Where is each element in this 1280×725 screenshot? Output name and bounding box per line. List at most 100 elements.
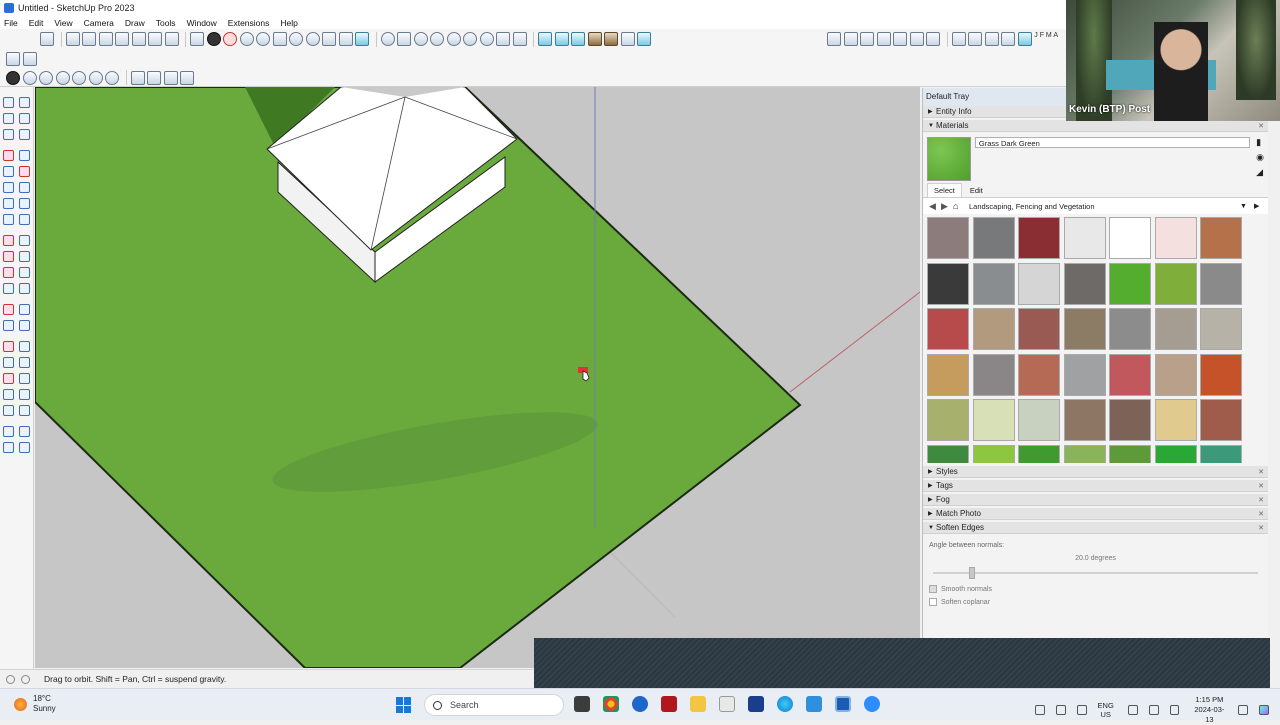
usb-icon[interactable]	[1055, 705, 1066, 715]
protractor-icon[interactable]	[2, 303, 14, 315]
rotate-icon[interactable]	[2, 250, 14, 262]
drape-icon[interactable]	[19, 441, 31, 453]
left-view-icon[interactable]	[148, 32, 162, 46]
material-swatch[interactable]	[1018, 444, 1060, 463]
previous-view-icon[interactable]	[105, 70, 119, 85]
tab-edit[interactable]: Edit	[964, 184, 989, 197]
menu-camera[interactable]: Camera	[84, 18, 114, 28]
bottom-view-icon[interactable]	[164, 32, 179, 46]
geo-location-icon[interactable]	[637, 32, 651, 46]
material-swatch[interactable]	[1063, 353, 1106, 396]
circle-icon[interactable]	[2, 181, 14, 193]
push-pull-icon[interactable]	[19, 234, 31, 246]
menu-edit[interactable]: Edit	[29, 18, 44, 28]
material-swatch[interactable]	[972, 399, 1015, 441]
zoom-app-icon[interactable]	[864, 696, 880, 712]
select-arrow-icon[interactable]	[2, 96, 14, 108]
default-material-icon[interactable]: ◢	[1256, 167, 1264, 178]
sandbox-from-scratch-icon[interactable]	[554, 32, 569, 46]
menu-view[interactable]: View	[54, 18, 72, 28]
chevron-down-icon[interactable]: ▼	[1240, 203, 1254, 210]
select-tool-icon[interactable]	[40, 32, 54, 46]
language-indicator[interactable]: ENG US	[1098, 701, 1114, 719]
pie-icon[interactable]	[19, 213, 31, 225]
3d-warehouse-icon[interactable]	[239, 32, 254, 46]
file-explorer-icon[interactable]	[690, 696, 706, 712]
undo-icon[interactable]	[951, 32, 966, 46]
axes-icon[interactable]	[2, 319, 14, 331]
pan-icon[interactable]	[39, 70, 53, 85]
clock[interactable]: 1:15 PM 2024-03-13	[1190, 695, 1228, 725]
pan-tool-icon[interactable]	[19, 340, 31, 352]
current-material-swatch[interactable]	[927, 137, 971, 181]
settings-gear-icon[interactable]	[206, 32, 221, 46]
library-select[interactable]: Landscaping, Fencing and Vegetation	[969, 202, 1240, 211]
sandbox-icon[interactable]	[2, 425, 14, 437]
scale-icon[interactable]	[2, 266, 14, 278]
hidden-line-icon[interactable]	[876, 32, 891, 46]
soften-coplanar-checkbox[interactable]: Soften coplanar	[929, 598, 1262, 606]
three-point-arc-icon[interactable]	[2, 213, 14, 225]
close-icon[interactable]: ✕	[1258, 482, 1264, 490]
material-swatch[interactable]	[1018, 399, 1060, 441]
material-swatch[interactable]	[972, 353, 1015, 396]
material-swatch[interactable]	[1154, 444, 1197, 463]
calculator-icon[interactable]	[806, 696, 822, 712]
lasso-icon[interactable]	[19, 96, 31, 108]
solid-subtract-icon[interactable]	[446, 32, 461, 46]
acrobat-icon[interactable]	[661, 696, 677, 712]
solid-trim-icon[interactable]	[463, 32, 477, 46]
material-swatch[interactable]	[1200, 308, 1242, 350]
position-camera-icon[interactable]	[2, 388, 14, 400]
chrome-icon[interactable]	[603, 696, 619, 712]
material-swatch[interactable]	[927, 444, 969, 463]
circle-tool-icon[interactable]	[289, 32, 303, 46]
solid-intersect-icon[interactable]	[430, 32, 444, 46]
modeling-viewport[interactable]	[35, 87, 920, 668]
section-plane-icon[interactable]	[130, 70, 145, 85]
menu-tools[interactable]: Tools	[156, 18, 176, 28]
close-icon[interactable]: ✕	[1258, 496, 1264, 504]
material-swatch[interactable]	[1063, 262, 1106, 305]
material-swatch[interactable]	[927, 353, 969, 396]
sketchup-taskbar-icon[interactable]	[835, 696, 851, 712]
material-swatch[interactable]	[1200, 444, 1242, 463]
notification-bell-icon[interactable]	[1238, 705, 1249, 715]
cloud-upload-icon[interactable]	[322, 32, 336, 46]
stamp-icon[interactable]	[2, 441, 14, 453]
network-drive-icon[interactable]	[1076, 705, 1087, 715]
offset-icon[interactable]	[19, 266, 31, 278]
rectangle-icon[interactable]	[2, 165, 14, 177]
arc-icon[interactable]	[2, 197, 14, 209]
extension-warehouse-icon[interactable]	[256, 32, 270, 46]
photo-texture-icon[interactable]	[587, 32, 602, 46]
cloud-download-icon[interactable]	[338, 32, 353, 46]
guide-line-icon[interactable]	[397, 32, 411, 46]
taskbar-search[interactable]: Search	[424, 694, 564, 716]
menu-window[interactable]: Window	[187, 18, 217, 28]
add-location-icon[interactable]	[604, 32, 618, 46]
dimension-icon[interactable]	[19, 282, 31, 294]
panel-tags[interactable]: ▶ Tags ✕	[923, 480, 1268, 492]
rotated-rectangle-icon[interactable]	[19, 165, 31, 177]
close-icon[interactable]: ✕	[1258, 122, 1264, 130]
menu-draw[interactable]: Draw	[125, 18, 145, 28]
redo-icon[interactable]	[968, 32, 983, 46]
back-edges-icon[interactable]	[843, 32, 858, 46]
material-swatch[interactable]	[1063, 444, 1106, 463]
line-tool-icon[interactable]	[6, 52, 20, 66]
snipping-tool-icon[interactable]	[719, 696, 735, 712]
material-swatch[interactable]	[1200, 399, 1242, 441]
layout-icon[interactable]	[272, 32, 287, 46]
home-icon[interactable]: ⌂	[953, 201, 965, 211]
material-swatch[interactable]	[1063, 399, 1106, 441]
material-swatch[interactable]	[1063, 308, 1106, 350]
material-swatch[interactable]	[1154, 262, 1197, 305]
material-swatch[interactable]	[1109, 262, 1151, 305]
task-view-icon[interactable]	[574, 696, 590, 712]
tag-tool-icon[interactable]	[2, 128, 14, 140]
material-swatch[interactable]	[927, 217, 969, 259]
material-swatch[interactable]	[1109, 353, 1151, 396]
chevron-up-icon[interactable]	[1014, 705, 1024, 715]
geo-status-icon[interactable]	[6, 674, 15, 684]
